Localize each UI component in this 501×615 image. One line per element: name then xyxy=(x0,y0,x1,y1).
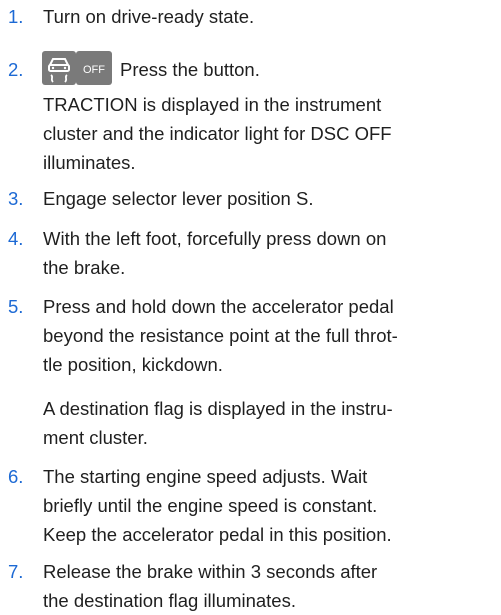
step-text: The starting engine speed adjusts. Wait … xyxy=(43,466,392,545)
traction-dsc-off-icon: OFF xyxy=(42,51,112,85)
step-text: Release the brake within 3 seconds after… xyxy=(43,561,378,611)
instruction-list: 1. Turn on drive-ready state. 2. OFF Pre… xyxy=(0,0,501,614)
step-number: 1. xyxy=(8,6,24,27)
icon-off-label: OFF xyxy=(83,64,105,76)
step-text: Press and hold down the accelerator peda… xyxy=(43,296,398,375)
step-text: With the left foot, forcefully press dow… xyxy=(43,228,387,278)
step-number: 4. xyxy=(8,228,24,249)
step-number: 6. xyxy=(8,466,24,487)
step-text: Press the button. xyxy=(120,59,260,80)
step-number: 7. xyxy=(8,561,24,582)
step-text: Engage selector lever position S. xyxy=(43,188,314,209)
step-number: 2. xyxy=(8,59,24,80)
step-note: TRACTION is displayed in the instrument … xyxy=(43,94,392,173)
step-number: 5. xyxy=(8,296,24,317)
step-text: Turn on drive-ready state. xyxy=(43,6,255,27)
step-number: 3. xyxy=(8,188,24,209)
step-note: A destination flag is displayed in the i… xyxy=(43,398,393,448)
